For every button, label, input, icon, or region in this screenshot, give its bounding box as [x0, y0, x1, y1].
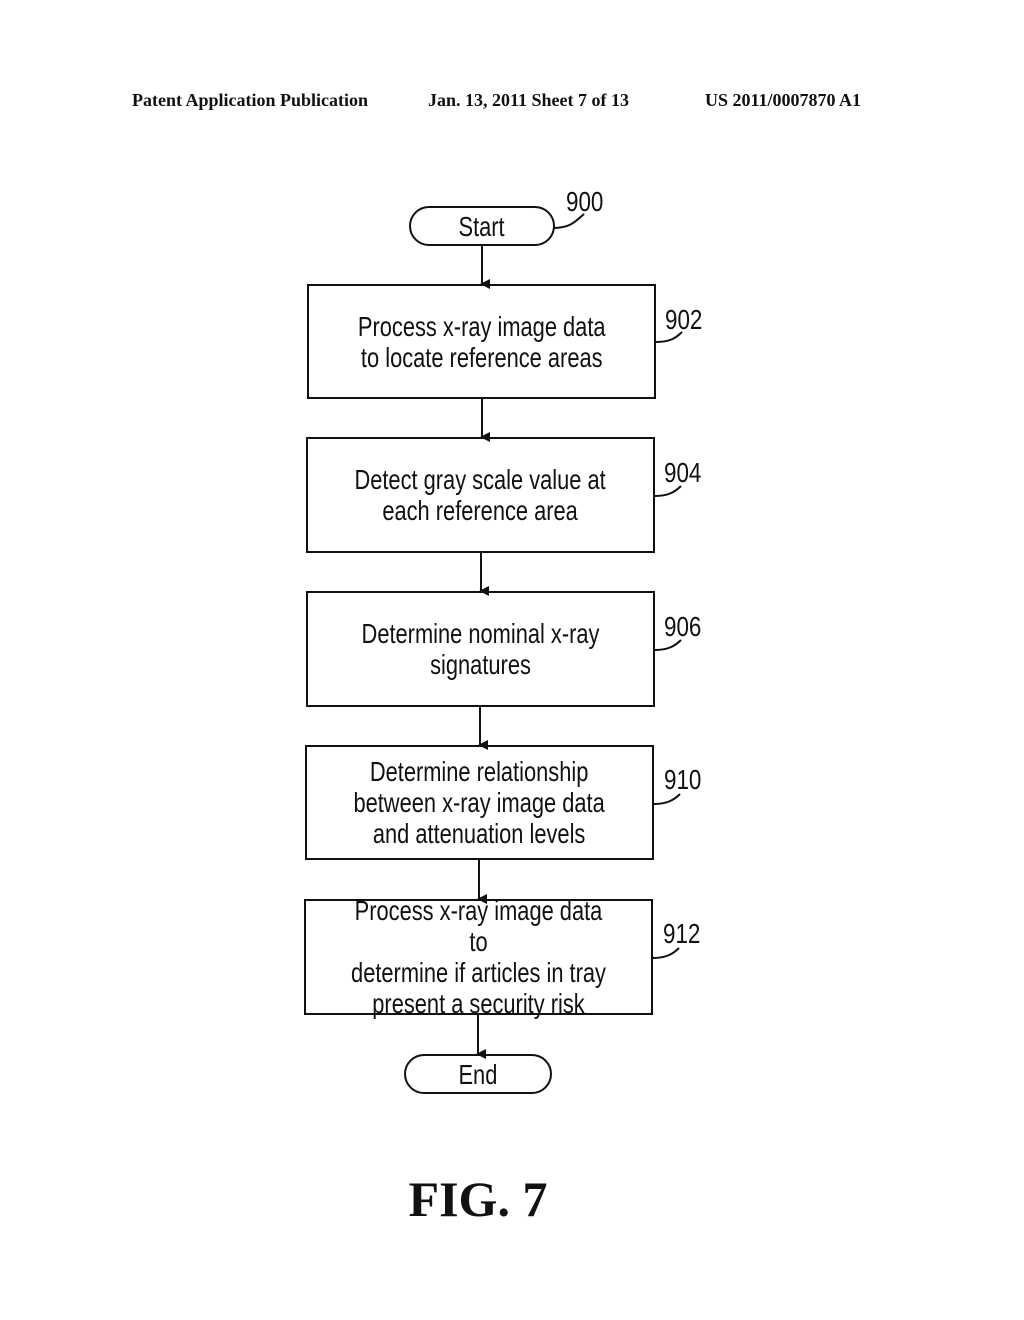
ref-number-906: 906: [664, 611, 702, 642]
process-step-902: Process x-ray image data to locate refer…: [307, 284, 656, 399]
step-904-label: Detect gray scale value at each referenc…: [354, 464, 607, 526]
figure-label: FIG. 7: [408, 1171, 548, 1227]
ref-number-912: 912: [663, 918, 701, 949]
step-902-label: Process x-ray image data to locate refer…: [357, 310, 606, 373]
ref-number-900: 900: [566, 186, 604, 217]
ref-number-910: 910: [664, 764, 702, 795]
step-910-label: Determine relationship between x-ray ima…: [353, 756, 606, 849]
ref-number-904: 904: [664, 457, 702, 488]
process-step-912: Process x-ray image data to determine if…: [304, 895, 653, 1019]
step-906-label: Determine nominal x-ray signatures: [361, 618, 600, 680]
process-step-910: Determine relationship between x-ray ima…: [305, 745, 654, 860]
start-terminal: Start: [409, 206, 555, 246]
end-label: End: [458, 1058, 498, 1090]
ref-number-902: 902: [665, 304, 703, 335]
start-label: Start: [458, 210, 506, 242]
step-912-label: Process x-ray image data to determine if…: [351, 895, 606, 1019]
process-step-906: Determine nominal x-ray signatures: [306, 591, 655, 707]
end-terminal: End: [404, 1054, 552, 1094]
process-step-904: Detect gray scale value at each referenc…: [306, 437, 655, 553]
